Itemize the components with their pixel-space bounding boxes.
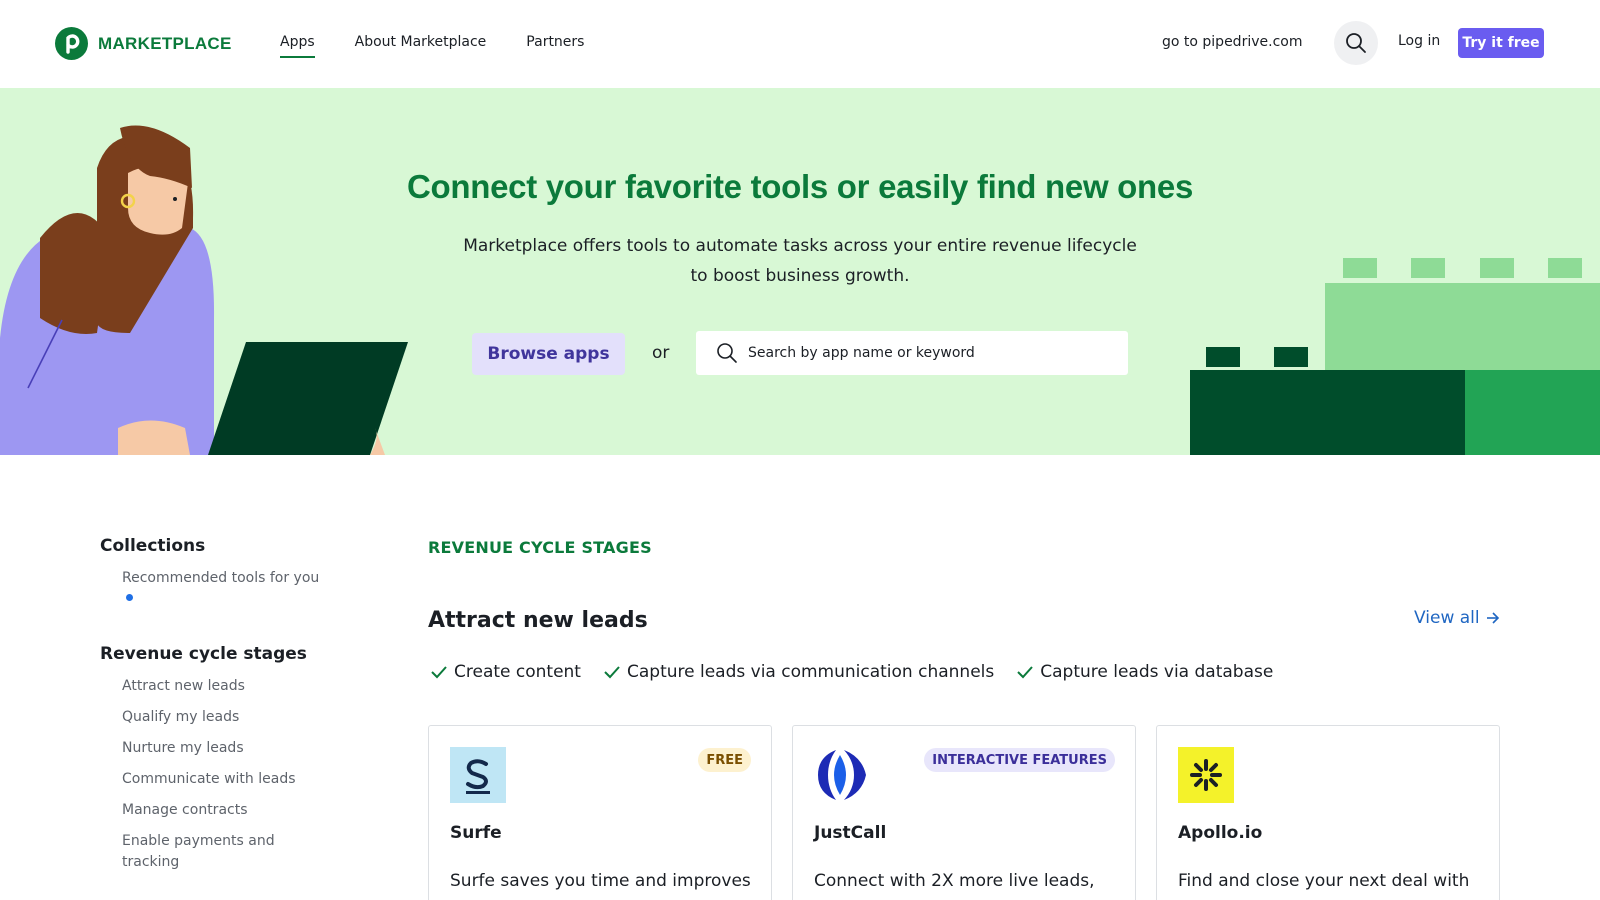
hero-subtitle-line-1: Marketplace offers tools to automate tas… (463, 236, 1137, 256)
checkmark-icon (431, 666, 447, 679)
check-label: Create content (454, 662, 581, 682)
logo-text: MARKETPLACE (98, 33, 232, 53)
interactive-features-badge: INTERACTIVE FEATURES (924, 748, 1115, 772)
goto-pipedrive-link[interactable]: go to pipedrive.com (1162, 34, 1302, 50)
main-nav: Apps About Marketplace Partners (280, 34, 584, 58)
revenue-stages-list: Attract new leads Qualify my leads Nurtu… (100, 676, 320, 873)
header-search-button[interactable] (1334, 21, 1378, 65)
free-badge: FREE (698, 748, 751, 772)
arrow-right-icon (1486, 612, 1499, 624)
sidebar-item-payments-tracking[interactable]: Enable payments and tracking (122, 831, 320, 873)
app-description: Find and close your next deal with (1178, 871, 1470, 891)
revenue-stages-heading: Revenue cycle stages (100, 644, 307, 664)
check-communication-channels[interactable]: Capture leads via communication channels (603, 662, 994, 682)
hero-subtitle: Marketplace offers tools to automate tas… (400, 231, 1200, 291)
search-icon (717, 343, 737, 363)
app-name: Apollo.io (1178, 823, 1263, 843)
hero-subtitle-line-2: to boost business growth. (690, 266, 910, 286)
app-card-surfe[interactable]: FREE Surfe Surfe saves you time and impr… (428, 725, 772, 900)
collections-list: Recommended tools for you (100, 568, 320, 610)
app-search-box[interactable] (696, 331, 1128, 375)
sidebar: Collections Recommended tools for you Re… (100, 536, 320, 883)
browse-apps-button[interactable]: Browse apps (472, 333, 625, 375)
app-search-input[interactable] (748, 331, 1118, 375)
checkmark-icon (1017, 666, 1033, 679)
check-label: Capture leads via database (1040, 662, 1274, 682)
app-cards: FREE Surfe Surfe saves you time and impr… (428, 725, 1500, 900)
subcategory-checks: Create content Capture leads via communi… (430, 662, 1273, 682)
top-header: MARKETPLACE Apps About Marketplace Partn… (0, 0, 1600, 88)
section-label: REVENUE CYCLE STAGES (428, 538, 652, 557)
app-description: Connect with 2X more live leads, (814, 871, 1095, 891)
sidebar-item-attract-new-leads[interactable]: Attract new leads (122, 676, 320, 697)
marketplace-logo[interactable]: MARKETPLACE (55, 27, 232, 60)
nav-apps[interactable]: Apps (280, 34, 315, 58)
sidebar-item-nurture-leads[interactable]: Nurture my leads (122, 738, 320, 759)
login-link[interactable]: Log in (1398, 33, 1440, 49)
sidebar-item-manage-contracts[interactable]: Manage contracts (122, 800, 320, 821)
or-label: or (652, 343, 670, 363)
apollo-logo-icon (1178, 747, 1234, 803)
sidebar-item-communicate-leads[interactable]: Communicate with leads (122, 769, 320, 790)
new-indicator-dot (126, 594, 133, 601)
section-title: Attract new leads (428, 608, 648, 633)
surfe-logo-icon (450, 747, 506, 803)
justcall-logo-icon (818, 750, 866, 800)
app-name: Surfe (450, 823, 502, 843)
view-all-label: View all (1414, 608, 1480, 628)
sidebar-item-recommended[interactable]: Recommended tools for you (122, 568, 320, 610)
sidebar-item-label: Recommended tools for you (122, 570, 320, 586)
check-database[interactable]: Capture leads via database (1016, 662, 1273, 682)
blocks-illustration (1190, 258, 1600, 455)
collections-heading: Collections (100, 536, 206, 556)
app-card-apollo[interactable]: Apollo.io Find and close your next deal … (1156, 725, 1500, 900)
app-name: JustCall (814, 823, 887, 843)
try-it-free-button[interactable]: Try it free (1458, 28, 1544, 58)
nav-partners[interactable]: Partners (526, 34, 584, 56)
app-card-justcall[interactable]: INTERACTIVE FEATURES JustCall Connect wi… (792, 725, 1136, 900)
search-icon (1346, 33, 1366, 53)
app-description: Surfe saves you time and improves (450, 871, 751, 891)
check-create-content[interactable]: Create content (430, 662, 581, 682)
woman-laptop-illustration (0, 125, 408, 455)
pipedrive-logo-icon (55, 27, 88, 60)
check-label: Capture leads via communication channels (626, 662, 995, 682)
view-all-link[interactable]: View all (1414, 608, 1500, 628)
nav-about-marketplace[interactable]: About Marketplace (355, 34, 487, 56)
checkmark-icon (604, 666, 620, 679)
hero-banner: Connect your favorite tools or easily fi… (0, 88, 1600, 455)
sidebar-item-qualify-leads[interactable]: Qualify my leads (122, 707, 320, 728)
